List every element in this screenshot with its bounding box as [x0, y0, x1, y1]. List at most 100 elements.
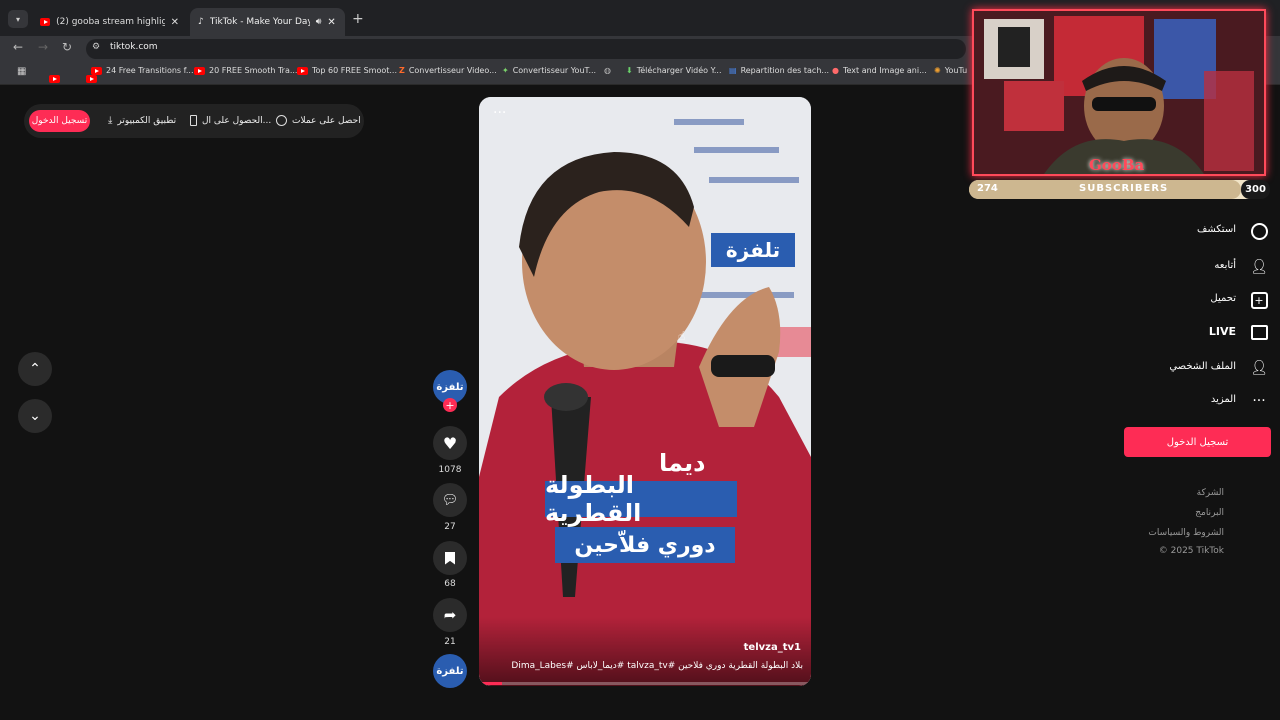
bookmark-item[interactable]: ✺ YouTu — [934, 66, 967, 75]
audio-favicon-icon: ✺ — [934, 66, 941, 75]
compass-icon[interactable] — [1248, 220, 1270, 242]
sidebar-item-following[interactable]: أتابعه — [1214, 260, 1236, 271]
bookmark-label: YouTu — [944, 66, 968, 75]
docs-favicon-icon: ▤ — [729, 66, 737, 75]
download-icon: ⤓ — [108, 115, 113, 126]
footer-link-company[interactable]: الشركة — [1197, 488, 1224, 498]
bookmark-item[interactable]: ▤ Repartition des tach... — [729, 66, 829, 75]
like-count: 1078 — [438, 465, 462, 475]
bookmark-label: Top 60 FREE Smoot... — [312, 66, 398, 75]
sidebar-item-explore[interactable]: استكشف — [1197, 224, 1236, 235]
youtube-bookmark-icon[interactable] — [86, 75, 98, 83]
youtube-favicon-icon — [297, 66, 308, 75]
forward-icon[interactable]: → — [38, 40, 48, 54]
caption-line-1: البطولة القطرية — [545, 471, 737, 527]
download-favicon-icon: ⬇ — [626, 66, 633, 75]
site-info-icon[interactable]: ⚙ — [92, 42, 100, 52]
sidebar-item-more[interactable]: المزيد — [1211, 394, 1236, 405]
video-player[interactable]: ··· تلفزة ديما البطولة القطرية دوري فلاّ… — [479, 97, 811, 686]
sidebar-item-profile[interactable]: الملف الشخصي — [1169, 361, 1236, 372]
caption-line-2: دوري فلاّحين — [555, 527, 735, 563]
bookmark-label: Convertisseur Video... — [408, 66, 497, 75]
back-icon[interactable]: ← — [13, 40, 23, 54]
apps-grid-icon[interactable]: ▦ — [17, 66, 26, 77]
bookmark-item[interactable]: 20 FREE Smooth Tra... — [194, 66, 297, 75]
more-dots-icon[interactable]: ··· — [1248, 390, 1270, 412]
speaker-icon[interactable]: 🔊︎ — [316, 17, 322, 27]
sound-avatar[interactable]: تلفزة — [433, 654, 467, 688]
get-coins-label: احصل على عملات — [292, 115, 361, 126]
comment-icon: 💬︎ — [441, 492, 459, 508]
profile-icon[interactable]: 👤︎ — [1248, 357, 1270, 379]
youtube-favicon-icon — [194, 66, 205, 75]
tab-list-button[interactable]: ▾ — [8, 10, 28, 28]
share-count: 21 — [444, 637, 456, 647]
sound-avatar-text: تلفزة — [436, 665, 464, 677]
hand-cursor-icon: ☝ — [678, 329, 686, 343]
sidebar-item-upload[interactable]: تحميل — [1210, 293, 1236, 304]
bookmark-item[interactable]: ⬇ Télécharger Vidéo Y... — [626, 66, 722, 75]
bookmark-item[interactable]: Z Convertisseur Video... — [399, 66, 497, 75]
comment-button[interactable]: 💬︎ — [433, 483, 467, 517]
sidebar-item-live[interactable]: LIVE — [1209, 325, 1236, 338]
coin-icon — [276, 115, 287, 126]
like-button[interactable]: ♥ — [433, 426, 467, 460]
bookmark-label: Convertisseur YouT... — [512, 66, 597, 75]
video-more-icon[interactable]: ··· — [493, 105, 506, 121]
text-favicon-icon: ● — [832, 66, 839, 75]
get-app-label: الحصول على ال... — [202, 115, 272, 126]
subs-label: SUBSCRIBERS — [1079, 183, 1169, 194]
share-button[interactable]: ➦ — [433, 598, 467, 632]
z-favicon-icon: Z — [399, 66, 405, 75]
video-frame — [479, 97, 811, 686]
subs-goal-badge: 300 — [1241, 180, 1270, 199]
bookmark-label: Télécharger Vidéo Y... — [636, 66, 722, 75]
bookmark-item[interactable]: ◍ — [604, 66, 611, 75]
footer-link-program[interactable]: البرنامج — [1195, 508, 1224, 518]
logo-text: تلفزة — [725, 238, 781, 262]
upload-plus-icon[interactable]: + — [1248, 289, 1270, 311]
user-follow-icon[interactable]: 👤︎ — [1248, 256, 1270, 278]
next-video-button[interactable]: ⌄ — [18, 399, 52, 433]
new-tab-button[interactable]: + — [352, 11, 364, 27]
share-icon: ➦ — [443, 606, 457, 624]
bookmark-item[interactable]: 24 Free Transitions f... — [91, 66, 194, 75]
video-description: بلاد البطولة القطرية دوري فلاّحين #talvz… — [511, 661, 803, 671]
tab-title: (2) gooba stream highlights - Y — [56, 17, 165, 27]
bookmark-item[interactable]: ● Text and Image ani... — [832, 66, 927, 75]
reload-icon[interactable]: ↻ — [62, 40, 72, 54]
bookmark-label: 24 Free Transitions f... — [106, 66, 194, 75]
subscriber-goal-bar: 274 SUBSCRIBERS — [969, 180, 1267, 199]
follow-plus-button[interactable]: + — [443, 398, 457, 412]
subs-current: 274 — [977, 183, 998, 194]
tab-title: TikTok - Make Your Day — [209, 17, 310, 27]
bookmark-item[interactable]: Top 60 FREE Smoot... — [297, 66, 397, 75]
heart-icon: ♥ — [442, 433, 458, 453]
bookmark-label: 20 FREE Smooth Tra... — [209, 66, 298, 75]
login-button[interactable]: تسجيل الدخول — [1124, 427, 1271, 457]
url-text[interactable]: tiktok.com — [110, 42, 158, 52]
subs-goal: 300 — [1245, 184, 1266, 195]
desktop-app-button[interactable]: ⤓ تطبيق الكمبيوتر — [108, 115, 176, 126]
bookmark-item[interactable]: ✦ Convertisseur YouT... — [502, 66, 596, 75]
address-bar[interactable] — [86, 39, 966, 59]
webcam-feed — [974, 11, 1264, 174]
browser-tab-youtube[interactable]: (2) gooba stream highlights - Y ✕ — [32, 8, 187, 36]
video-username[interactable]: telvza_tv1 — [744, 642, 801, 653]
live-tv-icon[interactable] — [1248, 321, 1270, 343]
video-progress-bar[interactable] — [479, 682, 811, 685]
get-coins-button[interactable]: احصل على عملات — [276, 115, 361, 126]
close-icon[interactable]: ✕ — [171, 17, 179, 28]
close-icon[interactable]: ✕ — [327, 17, 335, 28]
browser-tab-tiktok[interactable]: ♪ TikTok - Make Your Day 🔊︎ ✕ — [190, 8, 345, 36]
save-button[interactable] — [433, 541, 467, 575]
footer-link-terms[interactable]: الشروط والسياسات — [1148, 528, 1224, 538]
get-app-button[interactable]: الحصول على ال... — [190, 115, 271, 126]
login-button-small[interactable]: تسجيل الدخول — [29, 110, 90, 132]
save-count: 68 — [444, 579, 456, 589]
chevron-down-icon: ⌄ — [29, 408, 41, 424]
previous-video-button[interactable]: ⌃ — [18, 352, 52, 386]
youtube-favicon-icon — [40, 18, 51, 26]
youtube-bookmark-icon[interactable] — [49, 75, 60, 83]
channel-watermark-logo: تلفزة — [711, 233, 795, 267]
